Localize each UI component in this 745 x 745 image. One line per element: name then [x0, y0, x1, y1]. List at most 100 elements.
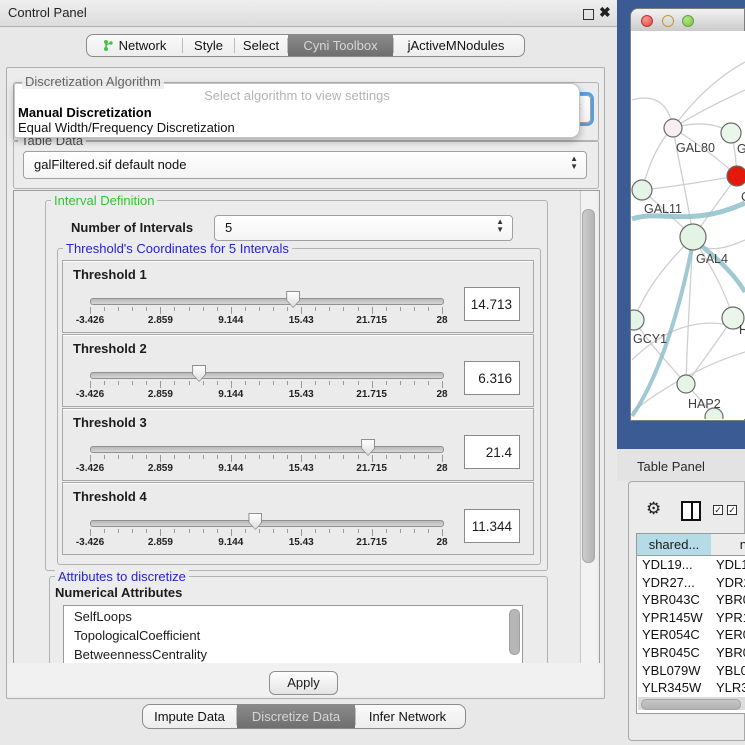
slider-track[interactable]	[90, 298, 444, 305]
slider-thumb[interactable]	[286, 291, 300, 308]
slider-thumb[interactable]	[192, 365, 206, 382]
slider-tick	[104, 455, 105, 459]
table-cell[interactable]: YPR145W	[642, 610, 710, 627]
table-cell[interactable]: YBR045C	[716, 645, 745, 662]
slider-tick-label: 28	[436, 389, 447, 400]
tab-cyni-toolbox[interactable]: Cyni Toolbox	[288, 35, 393, 56]
slider-tick	[287, 381, 288, 385]
dropdown-option-manual[interactable]: Manual Discretization	[18, 105, 152, 120]
slider-tick	[287, 529, 288, 533]
slider-tick	[414, 455, 415, 459]
apply-button[interactable]: Apply	[269, 671, 338, 695]
slider-tick	[329, 529, 330, 533]
slider-tick	[343, 381, 344, 385]
table-cell[interactable]: YDL19...	[716, 557, 745, 574]
gear-icon[interactable]: ⚙	[646, 499, 661, 519]
number-of-intervals-value: 5	[225, 220, 232, 235]
tab-style[interactable]: Style	[183, 35, 234, 56]
split-columns-icon[interactable]	[681, 501, 701, 521]
tab-label: Impute Data	[154, 709, 225, 724]
table-cell[interactable]: YER054C	[642, 627, 710, 644]
slider-thumb[interactable]	[361, 439, 375, 456]
thresholds-group-title: Threshold's Coordinates for 5 Intervals	[63, 241, 292, 256]
horizontal-scrollbar[interactable]	[638, 697, 745, 710]
svg-text:GAL80: GAL80	[676, 141, 715, 155]
slider-tick	[118, 381, 119, 385]
threshold-value-field[interactable]: 11.344	[464, 509, 520, 543]
table-cell[interactable]: YBR045C	[642, 645, 710, 662]
slider-tick	[428, 381, 429, 385]
float-window-icon[interactable]	[583, 9, 594, 20]
table-cell[interactable]: YDL19...	[642, 557, 710, 574]
spinner-arrows-icon: ▲▼	[496, 218, 504, 234]
attribute-list-item[interactable]: SelfLoops	[64, 606, 522, 625]
table-cell[interactable]: YLR345W	[716, 680, 745, 697]
slider-tick	[400, 455, 401, 459]
slider-tick-label: 15.43	[289, 537, 314, 548]
slider-tick-label: 2.859	[148, 537, 173, 548]
attribute-list-item[interactable]: TopologicalCoefficient	[64, 625, 522, 644]
list-scrollbar[interactable]	[509, 609, 520, 655]
slider-tick	[400, 381, 401, 385]
close-traffic-light-icon[interactable]	[641, 15, 653, 27]
zoom-traffic-light-icon[interactable]	[682, 15, 694, 27]
attribute-list-item[interactable]: BetweennessCentrality	[64, 644, 522, 663]
slider-thumb[interactable]	[248, 513, 262, 530]
tab-label: Network	[119, 38, 167, 53]
threshold-panel-4: Threshold 4-3.4262.8599.14415.4321.71528…	[62, 482, 534, 555]
slider-tick	[245, 381, 246, 385]
slider-tick	[90, 529, 91, 536]
table-cell[interactable]: YBR043C	[716, 592, 745, 609]
minimize-traffic-light-icon[interactable]	[662, 15, 674, 27]
tab-jactivemnodules[interactable]: jActiveMNodules	[394, 35, 518, 56]
slider-tick	[174, 455, 175, 459]
slider-tick	[104, 381, 105, 385]
network-canvas[interactable]: GAL80GACGAL11GAL4GCY1HHAP2	[631, 31, 745, 419]
slider-tick	[442, 455, 443, 462]
table-cell[interactable]: YBR043C	[642, 592, 710, 609]
number-of-intervals-spinner[interactable]: 5 ▲▼	[214, 215, 513, 241]
slider-tick	[217, 455, 218, 459]
threshold-value-field[interactable]: 6.316	[464, 361, 520, 395]
tab-discretize-data[interactable]: Discretize Data	[237, 705, 355, 728]
slider-tick-label: 15.43	[289, 315, 314, 326]
tab-infer-network[interactable]: Infer Network	[356, 705, 459, 728]
horizontal-scrollbar-thumb[interactable]	[641, 699, 741, 710]
node-attribute-table[interactable]: shared...nameYDL19...YDL19...YDR27...YDR…	[636, 533, 745, 714]
threshold-value-field[interactable]: 14.713	[464, 287, 520, 321]
column-header-2[interactable]: name	[711, 534, 745, 556]
tab-network[interactable]: Network	[87, 35, 182, 56]
tab-impute-data[interactable]: Impute Data	[143, 705, 236, 728]
checkbox-icon[interactable]: ✓	[713, 505, 723, 515]
scrollbar-thumb[interactable]	[582, 209, 595, 563]
screen: Control Panel ✖ NetworkStyleSelectCyni T…	[0, 0, 745, 745]
table-cell[interactable]: YLR345W	[642, 680, 710, 697]
slider-tick	[315, 381, 316, 385]
dropdown-option-equal-width[interactable]: Equal Width/Frequency Discretization	[18, 120, 235, 135]
table-data-combobox[interactable]: galFiltered.sif default node ▲▼	[23, 151, 587, 179]
table-cell[interactable]: YBL079W	[716, 663, 745, 680]
slider-tick	[160, 455, 161, 462]
checkbox-icon[interactable]: ✓	[727, 505, 737, 515]
slider-tick	[358, 529, 359, 533]
slider-tick	[414, 307, 415, 311]
slider-tick	[259, 529, 260, 533]
table-cell[interactable]: YDR27...	[642, 575, 710, 592]
slider-tick	[273, 529, 274, 533]
table-cell[interactable]: YDR27...	[716, 575, 745, 592]
numerical-attributes-list[interactable]: SelfLoopsTopologicalCoefficientBetweenne…	[63, 605, 523, 664]
table-cell[interactable]: YER054C	[716, 627, 745, 644]
slider-track[interactable]	[90, 372, 444, 379]
slider-track[interactable]	[90, 520, 444, 527]
column-header-1[interactable]: shared...	[637, 534, 712, 556]
close-icon[interactable]: ✖	[599, 4, 611, 21]
control-panel-titlebar	[0, 0, 617, 27]
slider-tick	[259, 307, 260, 311]
slider-tick	[189, 529, 190, 533]
slider-track[interactable]	[90, 446, 444, 453]
table-cell[interactable]: YPR145W	[716, 610, 745, 627]
slider-tick	[132, 529, 133, 533]
table-cell[interactable]: YBL079W	[642, 663, 710, 680]
threshold-value-field[interactable]: 21.4	[464, 435, 520, 469]
tab-select[interactable]: Select	[235, 35, 287, 56]
